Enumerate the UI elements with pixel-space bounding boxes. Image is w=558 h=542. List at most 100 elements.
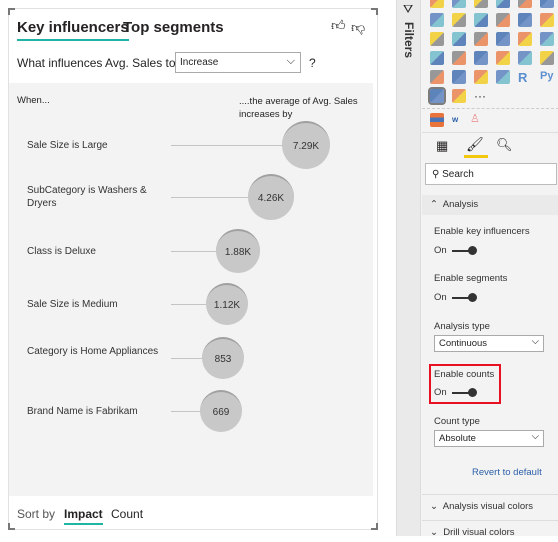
- visual-type-icon[interactable]: [518, 13, 532, 27]
- tab-label: Key influencers: [17, 19, 129, 36]
- resize-handle[interactable]: [8, 523, 15, 530]
- influencer-bubble[interactable]: 853: [202, 337, 244, 379]
- sort-impact-label: Impact: [64, 507, 103, 521]
- chevron-down-icon: ⌵: [531, 431, 539, 442]
- influencers-panel: When... ....the average of Avg. Sales in…: [9, 83, 373, 496]
- visual-type-icon[interactable]: [496, 13, 510, 27]
- influencer-label: Sale Size is Large: [27, 140, 108, 151]
- visual-type-icon[interactable]: [496, 51, 510, 65]
- chevron-down-icon: ⌄: [430, 501, 438, 512]
- divider: [422, 132, 558, 133]
- word-cloud-icon[interactable]: w: [452, 115, 458, 124]
- visual-type-icon[interactable]: [452, 13, 466, 27]
- tab-top-segments[interactable]: Top segments: [123, 19, 224, 36]
- visual-type-icon[interactable]: [474, 51, 488, 65]
- influencer-bubble[interactable]: 4.26K: [248, 174, 294, 220]
- analysis-visual-colors-section[interactable]: ⌄ Analysis visual colors: [422, 494, 558, 516]
- influencer-connector: [171, 358, 202, 359]
- revert-to-default-link[interactable]: Revert to default: [472, 467, 558, 478]
- toggle-knob[interactable]: [468, 246, 477, 255]
- key-influencers-visual[interactable]: Key influencers Top segments 👍︎ 👎︎ What …: [8, 8, 378, 530]
- influencer-label: Class is Deluxe: [27, 246, 96, 257]
- python-visual-icon[interactable]: Py: [540, 70, 558, 84]
- visual-type-icon[interactable]: [474, 70, 488, 84]
- visual-type-icon[interactable]: [496, 0, 510, 8]
- toggle-knob[interactable]: [468, 293, 477, 302]
- analytics-magnifier-icon[interactable]: 🔍︎: [496, 137, 513, 153]
- visual-type-icon[interactable]: [430, 70, 444, 84]
- visualizations-pane: R Py ··· w ♙ ▦ 🖌︎ 🔍︎ ⚲ Search ⌃ Analysis E…: [422, 0, 558, 538]
- fields-icon[interactable]: ▦: [436, 138, 448, 154]
- analysis-type-dropdown[interactable]: Continuous ⌵: [434, 335, 544, 352]
- more-visuals-icon[interactable]: ···: [474, 89, 488, 103]
- thumbs-down-icon[interactable]: 👎︎: [351, 19, 365, 36]
- visual-type-icon[interactable]: [474, 32, 488, 46]
- influencer-label: SubCategory is Washers & Dryers: [27, 185, 147, 209]
- section-title: Drill visual colors: [443, 527, 515, 538]
- toggle-knob[interactable]: [468, 388, 477, 397]
- chevron-up-icon: ⌃: [430, 199, 438, 210]
- visual-type-icon[interactable]: [540, 0, 554, 8]
- visual-type-icon[interactable]: [430, 51, 444, 65]
- influencer-bubble[interactable]: 1.12K: [206, 283, 248, 325]
- custom-visual-icon[interactable]: ♙: [470, 112, 480, 125]
- visual-type-icon[interactable]: [452, 32, 466, 46]
- visual-type-icon[interactable]: [430, 13, 444, 27]
- thumbs-up-icon[interactable]: 👍︎: [331, 17, 346, 34]
- filters-pane-collapsed[interactable]: ⛛ Filters: [397, 0, 421, 536]
- visual-type-icon[interactable]: [452, 0, 466, 8]
- search-placeholder: Search: [442, 169, 474, 180]
- visual-type-icon[interactable]: [430, 32, 444, 46]
- help-icon[interactable]: ?: [309, 56, 316, 70]
- chevron-down-icon: ⌵: [286, 55, 295, 67]
- dropdown-value: Increase: [180, 57, 219, 68]
- influencer-bubble[interactable]: 1.88K: [216, 229, 260, 273]
- resize-handle[interactable]: [371, 523, 378, 530]
- visual-type-icon[interactable]: [474, 13, 488, 27]
- visual-type-icon[interactable]: [474, 0, 488, 8]
- visual-type-icon[interactable]: [518, 0, 532, 8]
- resize-handle[interactable]: [8, 8, 15, 15]
- search-input[interactable]: ⚲ Search: [425, 163, 557, 185]
- count-type-dropdown[interactable]: Absolute ⌵: [434, 430, 544, 447]
- key-influencers-visual-icon[interactable]: [428, 87, 446, 105]
- influencer-label: Category is Home Appliances: [27, 346, 159, 357]
- influencer-connector: [171, 304, 206, 305]
- section-title: Analysis: [442, 199, 479, 210]
- tab-key-influencers[interactable]: Key influencers: [17, 19, 129, 41]
- influencer-connector: [171, 145, 282, 146]
- key-influencers-gallery-icon[interactable]: [430, 113, 444, 127]
- search-icon: ⚲: [432, 169, 440, 180]
- active-tab-indicator: [464, 155, 488, 158]
- visual-type-icon[interactable]: [518, 32, 532, 46]
- influencer-connector: [171, 197, 248, 198]
- visual-type-icon[interactable]: [518, 51, 532, 65]
- resize-handle[interactable]: [371, 8, 378, 15]
- sort-impact[interactable]: Impact: [64, 507, 103, 525]
- divider: [422, 108, 558, 109]
- influencer-bubble[interactable]: 7.29K: [282, 121, 330, 169]
- r-visual-icon[interactable]: R: [518, 70, 532, 85]
- when-header: When...: [17, 95, 50, 106]
- visual-type-icon[interactable]: [452, 51, 466, 65]
- visual-type-icon[interactable]: [452, 70, 466, 84]
- chevron-down-icon: ⌄: [430, 527, 438, 538]
- format-paint-roller-icon[interactable]: 🖌︎: [466, 136, 484, 153]
- visual-type-icon[interactable]: [540, 13, 554, 27]
- visual-type-icon[interactable]: [496, 70, 510, 84]
- visual-type-icon[interactable]: [430, 0, 444, 8]
- count-type-label: Count type: [434, 416, 480, 427]
- influencer-label: Sale Size is Medium: [27, 299, 118, 310]
- analysis-section-header[interactable]: ⌃ Analysis: [422, 195, 558, 215]
- drill-visual-colors-section[interactable]: ⌄ Drill visual colors: [422, 520, 558, 542]
- visual-type-icon[interactable]: [452, 89, 466, 103]
- enable-counts-label: Enable counts: [434, 369, 495, 380]
- question-label: What influences Avg. Sales to: [17, 56, 176, 70]
- dropdown-value: Continuous: [439, 338, 488, 349]
- visual-type-icon[interactable]: [540, 32, 554, 46]
- influencer-bubble[interactable]: 669: [200, 390, 242, 432]
- visual-type-icon[interactable]: [540, 51, 554, 65]
- sort-count[interactable]: Count: [111, 507, 143, 521]
- visual-type-icon[interactable]: [496, 32, 510, 46]
- direction-dropdown[interactable]: Increase ⌵: [175, 52, 301, 73]
